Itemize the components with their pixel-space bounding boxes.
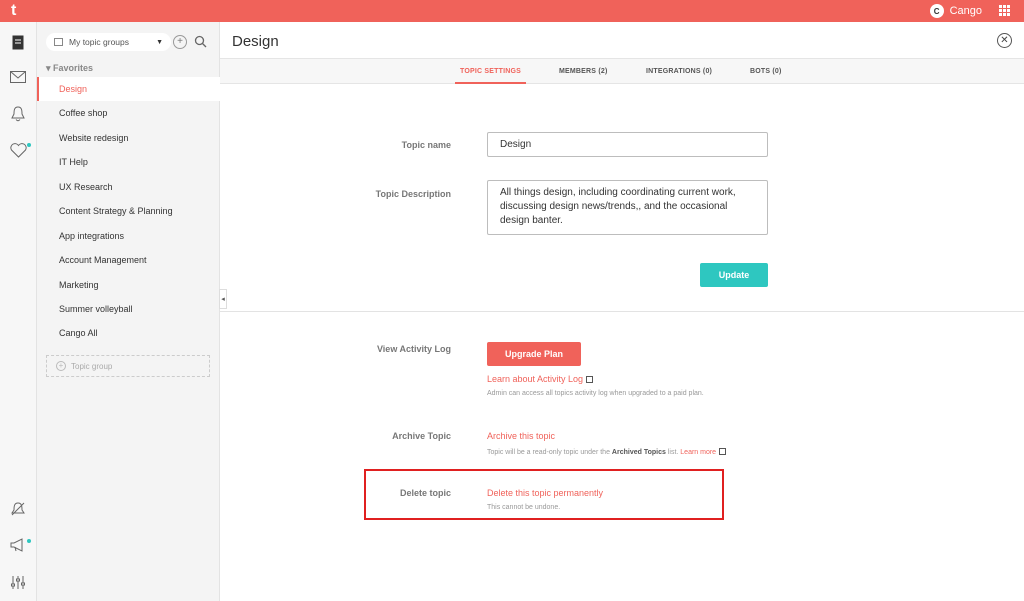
favorites-label: Favorites [53,63,94,73]
archive-topic-label: Archive Topic [392,431,451,441]
heart-icon[interactable] [8,140,28,160]
topic-name-label: Topic name [401,140,451,150]
add-topic-group-button[interactable]: + Topic group [46,355,210,377]
activity-log-note: Admin can access all topics activity log… [487,390,704,397]
topic-name-input[interactable]: Design [487,132,768,157]
user-menu[interactable]: C Cango [929,3,982,19]
sidebar-item-content-strategy[interactable]: Content Strategy & Planning [37,199,220,223]
close-icon[interactable]: ✕ [997,33,1012,48]
app-logo[interactable]: t [11,3,25,19]
sidebar-item-summer-volleyball[interactable]: Summer volleyball [37,297,220,321]
archive-note: Topic will be a read-only topic under th… [487,447,727,456]
sidebar-item-website-redesign[interactable]: Website redesign [37,126,220,150]
favorites-header[interactable]: ▾ Favorites [46,63,93,74]
sidebar-item-app-integrations[interactable]: App integrations [37,224,220,248]
external-link-icon [719,448,727,455]
apps-grid-icon[interactable] [999,5,1010,16]
archive-topic-link[interactable]: Archive this topic [487,431,555,441]
top-bar: t C Cango [0,0,1024,22]
sidebar-item-marketing[interactable]: Marketing [37,273,220,297]
tab-bots[interactable]: BOTS (0) [750,59,782,84]
sidebar-item-account-management[interactable]: Account Management [37,248,220,272]
tab-topic-settings[interactable]: TOPIC SETTINGS [455,59,526,84]
activity-log-label: View Activity Log [376,344,451,354]
delete-section-highlight [364,469,724,520]
learn-more-link[interactable]: Learn more [680,449,716,456]
caret-down-icon: ▼ [156,38,163,46]
tab-members[interactable]: MEMBERS (2) [559,59,607,84]
sidebar-item-design[interactable]: Design [37,77,220,101]
avatar: C [929,4,944,18]
divider [220,311,1024,312]
settings-sliders-icon[interactable] [8,572,28,592]
notification-dot [27,143,31,147]
bell-icon[interactable] [8,104,28,124]
user-name: Cango [949,5,982,17]
archive-note-post: list. [667,449,679,456]
external-link-icon [586,376,594,383]
notification-dot [27,539,31,543]
topic-groups-label: My topic groups [69,37,129,47]
sidebar-item-ux-research[interactable]: UX Research [37,175,220,199]
tab-integrations[interactable]: INTEGRATIONS (0) [646,59,712,84]
collapse-sidebar-handle[interactable]: ◂ [219,289,227,309]
archive-note-bold: Archived Topics [611,449,666,456]
topics-icon[interactable] [8,32,28,52]
page-title: Design [232,33,279,50]
topic-group-label: Topic group [71,361,113,371]
sidebar-item-coffee-shop[interactable]: Coffee shop [37,101,220,125]
mail-icon[interactable] [8,67,28,87]
sidebar-item-it-help[interactable]: IT Help [37,150,220,174]
topic-description-input[interactable]: All things design, including coordinatin… [487,180,768,235]
topic-groups-select[interactable]: My topic groups ▼ [46,33,171,51]
megaphone-icon[interactable] [8,535,28,555]
topics-sidebar: My topic groups ▼ + ▾ Favorites Design C… [37,22,220,601]
activity-log-link[interactable]: Learn about Activity Log [487,374,594,384]
settings-tabs: TOPIC SETTINGS MEMBERS (2) INTEGRATIONS … [220,58,1024,84]
list-icon [54,38,63,46]
sidebar-item-cango-all[interactable]: Cango All [37,321,220,345]
topic-description-label: Topic Description [375,189,451,199]
update-button[interactable]: Update [700,263,768,287]
activity-log-link-text: Learn about Activity Log [487,374,584,384]
icon-rail [0,22,37,601]
add-topic-icon[interactable]: + [173,35,187,49]
upgrade-plan-button[interactable]: Upgrade Plan [487,342,581,366]
archive-note-text: Topic will be a read-only topic under th… [487,449,610,456]
plus-icon: + [56,361,66,371]
search-icon[interactable] [194,35,207,53]
mute-bell-icon[interactable] [8,499,28,519]
